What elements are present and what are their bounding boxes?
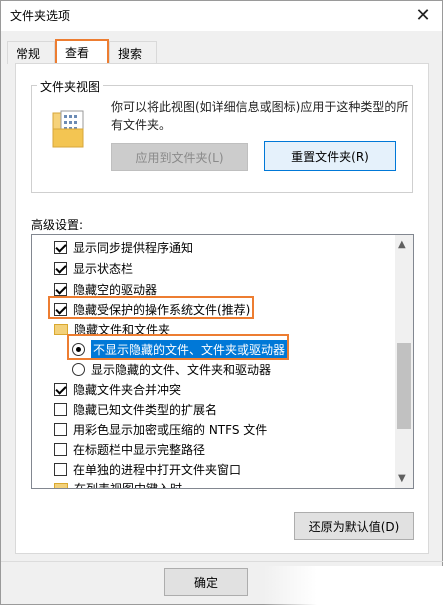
folder-views-description: 你可以将此视图(如详细信息或图标)应用于这种类型的所 有文件夹。 xyxy=(111,100,409,132)
checkbox-icon[interactable] xyxy=(54,262,67,275)
list-item[interactable]: 显示状态栏 xyxy=(54,258,413,279)
radio-icon[interactable] xyxy=(72,363,85,376)
advanced-settings-list: 显示同步提供程序通知 显示状态栏 隐藏空的驱动器 隐藏受保护的操作系统文件(推荐… xyxy=(31,234,414,489)
ok-button[interactable]: 确定 xyxy=(164,568,248,596)
restore-defaults-button[interactable]: 还原为默认值(D) xyxy=(294,512,414,540)
title-bar: 文件夹选项 ✕ xyxy=(1,1,442,31)
advanced-settings-label: 高级设置: xyxy=(31,218,84,232)
list-scrollbar[interactable]: ▲ ▼ xyxy=(395,235,413,488)
folder-icon xyxy=(54,483,68,488)
checkbox-icon[interactable] xyxy=(54,383,67,396)
tab-view[interactable]: 查看 xyxy=(55,39,109,65)
highlight-protected-files xyxy=(48,296,254,319)
folder-view-icon xyxy=(52,110,84,148)
window-title: 文件夹选项 xyxy=(10,9,71,23)
watermark-overlay xyxy=(263,566,443,606)
close-icon[interactable]: ✕ xyxy=(406,2,440,29)
scroll-down-icon[interactable]: ▼ xyxy=(398,473,406,484)
checkbox-icon[interactable] xyxy=(54,241,67,254)
checkbox-icon[interactable] xyxy=(54,463,67,476)
scroll-thumb[interactable] xyxy=(397,343,411,429)
folder-views-title: 文件夹视图 xyxy=(37,78,104,95)
list-item[interactable]: 在单独的进程中打开文件夹窗口 xyxy=(54,459,413,480)
tab-general[interactable]: 常规 xyxy=(7,41,55,64)
checkbox-icon[interactable] xyxy=(54,283,67,296)
scroll-up-icon[interactable]: ▲ xyxy=(398,239,406,250)
list-item[interactable]: 隐藏文件夹合并冲突 xyxy=(54,379,413,400)
reset-folders-button[interactable]: 重置文件夹(R) xyxy=(264,141,396,171)
checkbox-icon[interactable] xyxy=(54,423,67,436)
footer-divider xyxy=(1,561,443,562)
tab-search[interactable]: 搜索 xyxy=(109,41,157,64)
list-item[interactable]: 用彩色显示加密或压缩的 NTFS 文件 xyxy=(54,419,413,440)
apply-to-folders-button[interactable]: 应用到文件夹(L) xyxy=(111,143,248,171)
checkbox-icon[interactable] xyxy=(54,403,67,416)
list-item[interactable]: 显示同步提供程序通知 xyxy=(54,237,413,258)
folder-options-window: 文件夹选项 ✕ 常规 查看 搜索 文件夹视图 你可以将此视图(如详细信息或图标)… xyxy=(0,0,443,606)
list-item[interactable]: 隐藏已知文件类型的扩展名 xyxy=(54,399,413,420)
list-item[interactable]: 在标题栏中显示完整路径 xyxy=(54,439,413,460)
highlight-dont-show-hidden xyxy=(67,334,289,360)
list-item[interactable]: 显示隐藏的文件、文件夹和驱动器 xyxy=(72,359,413,380)
checkbox-icon[interactable] xyxy=(54,443,67,456)
folder-icon xyxy=(54,324,68,335)
list-item: 在列表视图中键入时 xyxy=(54,478,413,488)
